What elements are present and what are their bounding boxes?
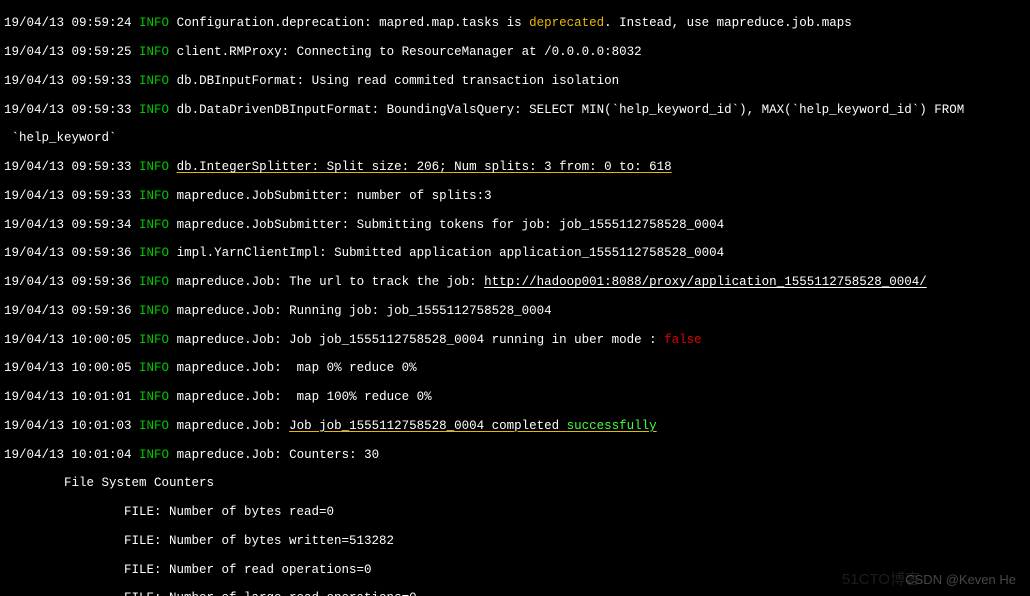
job-completed: Job job_1555112758528_0004 completed xyxy=(289,419,567,433)
log-line: 19/04/13 10:01:03 INFO mapreduce.Job: Jo… xyxy=(4,419,1026,433)
log-line: 19/04/13 09:59:36 INFO impl.YarnClientIm… xyxy=(4,246,1026,260)
log-line: 19/04/13 10:01:04 INFO mapreduce.Job: Co… xyxy=(4,448,1026,462)
log-line: 19/04/13 09:59:24 INFO Configuration.dep… xyxy=(4,16,1026,30)
log-line: 19/04/13 09:59:34 INFO mapreduce.JobSubm… xyxy=(4,218,1026,232)
log-line: 19/04/13 10:00:05 INFO mapreduce.Job: ma… xyxy=(4,361,1026,375)
counter-line: FILE: Number of bytes read=0 xyxy=(4,505,1026,519)
terminal-output: 19/04/13 09:59:24 INFO Configuration.dep… xyxy=(0,0,1030,596)
log-line-continuation: `help_keyword` xyxy=(4,131,1026,145)
log-line: 19/04/13 09:59:33 INFO mapreduce.JobSubm… xyxy=(4,189,1026,203)
log-line: 19/04/13 09:59:25 INFO client.RMProxy: C… xyxy=(4,45,1026,59)
log-line: 19/04/13 09:59:33 INFO db.IntegerSplitte… xyxy=(4,160,1026,174)
level-info: INFO xyxy=(139,16,169,30)
log-line: 19/04/13 09:59:33 INFO db.DBInputFormat:… xyxy=(4,74,1026,88)
status-success: successfully xyxy=(567,419,657,433)
uber-mode-false: false xyxy=(664,333,702,347)
counter-line: FILE: Number of large read operations=0 xyxy=(4,591,1026,596)
log-line: 19/04/13 10:00:05 INFO mapreduce.Job: Jo… xyxy=(4,333,1026,347)
deprecated-flag: deprecated xyxy=(529,16,604,30)
tracking-url[interactable]: http://hadoop001:8088/proxy/application_… xyxy=(484,275,927,289)
log-line: 19/04/13 09:59:36 INFO mapreduce.Job: Th… xyxy=(4,275,1026,289)
split-info: db.IntegerSplitter: Split size: 206; Num… xyxy=(177,160,672,174)
counter-group-fs: File System Counters xyxy=(4,476,1026,490)
counter-line: FILE: Number of bytes written=513282 xyxy=(4,534,1026,548)
log-line: 19/04/13 10:01:01 INFO mapreduce.Job: ma… xyxy=(4,390,1026,404)
log-line: 19/04/13 09:59:33 INFO db.DataDrivenDBIn… xyxy=(4,103,1026,117)
watermark: CSDN @Keven He xyxy=(905,573,1016,588)
log-line: 19/04/13 09:59:36 INFO mapreduce.Job: Ru… xyxy=(4,304,1026,318)
